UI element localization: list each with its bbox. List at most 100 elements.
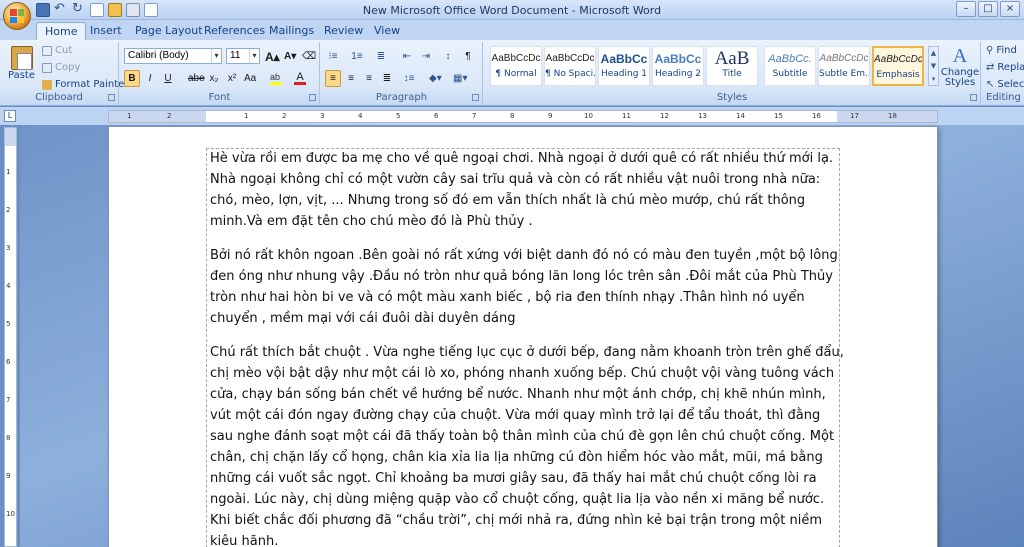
document-area: Hè vừa rồi em được ba mẹ cho về quê ngoạ…	[20, 125, 1024, 547]
ruler-number: 6	[6, 358, 11, 366]
paragraph-1[interactable]: Hè vừa rồi em được ba mẹ cho về quê ngoạ…	[210, 148, 844, 232]
styles-scroll[interactable]: ▲ ▼ ▾	[928, 46, 939, 86]
sort-button[interactable]: ↕	[440, 48, 456, 65]
font-size-select[interactable]: 11 ▾	[226, 48, 260, 64]
ruler-number: 18	[888, 112, 897, 120]
ruler-number: 1	[244, 112, 249, 120]
ruler-number: 13	[698, 112, 707, 120]
change-case-button[interactable]: Aa	[242, 70, 258, 87]
paint-bucket-icon: ◆▾	[429, 73, 442, 84]
paragraph-launcher[interactable]	[472, 94, 479, 101]
vertical-ruler[interactable]: 1 2 3 4 5 6 7 8 9 10	[4, 127, 17, 547]
align-left-button[interactable]: ≡	[325, 70, 341, 87]
multilevel-list-button[interactable]: ≣	[373, 48, 389, 65]
italic-button[interactable]: I	[142, 70, 158, 87]
font-color-icon: A	[294, 72, 306, 85]
binoculars-icon: ⚲	[986, 45, 994, 56]
change-styles-button[interactable]: A Change Styles	[941, 44, 979, 88]
close-button[interactable]: ×	[1000, 1, 1020, 17]
ruler-number: 16	[812, 112, 821, 120]
eraser-icon: ⌫	[302, 51, 317, 62]
justify-button[interactable]: ≣	[379, 70, 395, 87]
paragraph-2[interactable]: Bởi nó rất khôn ngoan .Bên goài nó rất x…	[210, 245, 844, 329]
grow-font-button[interactable]: A ▴	[263, 48, 282, 65]
style-subtitle[interactable]: AaBbCc. Subtitle	[764, 46, 816, 86]
ruler-number: 5	[6, 320, 11, 328]
cursor-icon: ↖	[986, 79, 995, 90]
style-title[interactable]: AaB Title	[706, 46, 758, 86]
font-family-select[interactable]: Calibri (Body) ▾	[124, 48, 222, 64]
copy-icon	[42, 62, 52, 73]
shrink-font-button[interactable]: A ▾	[282, 48, 298, 65]
paragraph-3[interactable]: Chú rất thích bắt chuột . Vừa nghe tiếng…	[210, 342, 844, 547]
tab-view[interactable]: View	[366, 22, 408, 40]
align-right-button[interactable]: ≡	[361, 70, 377, 87]
pilcrow-icon: ¶	[465, 51, 471, 62]
shading-button[interactable]: ◆▾	[427, 70, 444, 87]
numbering-button[interactable]: 1≡	[349, 48, 365, 65]
clipboard-launcher[interactable]	[108, 94, 115, 101]
tab-home[interactable]: Home	[36, 22, 87, 40]
tab-selector[interactable]: L	[4, 110, 16, 122]
style-no-spacing[interactable]: AaBbCcDc ¶ No Spaci...	[544, 46, 596, 86]
strikethrough-button[interactable]: abe	[186, 70, 207, 87]
style-normal[interactable]: AaBbCcDc ¶ Normal	[490, 46, 542, 86]
maximize-button[interactable]: □	[978, 1, 998, 17]
style-name: Heading 1	[600, 69, 648, 79]
styles-label: Styles	[716, 92, 748, 103]
indent-icon: ⇥	[421, 51, 431, 62]
paste-button[interactable]: Paste	[8, 44, 35, 81]
superscript-button[interactable]: x²	[224, 70, 240, 87]
replace-button[interactable]: ⇄ Repla	[986, 62, 1024, 73]
multilevel-list-icon: ≣	[376, 51, 386, 62]
copy-button[interactable]: Copy	[42, 62, 80, 73]
copy-label: Copy	[55, 62, 81, 73]
style-emphasis[interactable]: AaBbCcDc Emphasis	[872, 46, 924, 86]
replace-icon: ⇄	[986, 62, 995, 73]
grow-font-label: A	[265, 49, 274, 64]
ruler-number: 9	[548, 112, 553, 120]
cut-button[interactable]: Cut	[42, 45, 72, 56]
align-center-button[interactable]: ≡	[343, 70, 359, 87]
clear-formatting-button[interactable]: ⌫	[300, 48, 318, 65]
office-button[interactable]	[3, 2, 31, 30]
highlight-button[interactable]: ab	[268, 70, 284, 87]
line-spacing-button[interactable]: ↕≡	[401, 70, 417, 87]
bullets-button[interactable]: ⁝≡	[325, 48, 341, 65]
chevron-down-icon: ▾	[211, 49, 221, 63]
tab-insert[interactable]: Insert	[82, 22, 130, 40]
styles-launcher[interactable]	[970, 94, 977, 101]
format-painter-button[interactable]: Format Painter	[42, 79, 128, 90]
increase-indent-button[interactable]: ⇥	[418, 48, 434, 65]
ruler-number: 4	[6, 282, 11, 290]
tab-mailings[interactable]: Mailings	[261, 22, 322, 40]
paragraph-label: Paragraph	[375, 92, 428, 103]
decrease-indent-button[interactable]: ⇤	[399, 48, 415, 65]
horizontal-ruler[interactable]: 1 2 1 2 3 4 5 6 7 8 9 10 11 12 13 14 15 …	[108, 110, 938, 123]
borders-button[interactable]: ▦▾	[451, 70, 469, 87]
bold-button[interactable]: B	[124, 70, 140, 87]
document-page[interactable]: Hè vừa rồi em được ba mẹ cho về quê ngoạ…	[108, 126, 938, 547]
change-styles-icon: A	[952, 45, 968, 67]
replace-label: Repla	[997, 62, 1024, 73]
minimize-button[interactable]: –	[956, 1, 976, 17]
font-color-button[interactable]: A	[292, 70, 308, 87]
style-name: Heading 2	[654, 69, 702, 79]
chevron-down-icon: ▾	[249, 49, 259, 63]
subscript-button[interactable]: x₂	[206, 70, 222, 87]
tab-review[interactable]: Review	[316, 22, 371, 40]
underline-button[interactable]: U	[160, 70, 176, 87]
font-launcher[interactable]	[309, 94, 316, 101]
style-heading-1[interactable]: AaBbCc Heading 1	[598, 46, 650, 86]
find-button[interactable]: ⚲ Find	[986, 45, 1017, 56]
style-heading-2[interactable]: AaBbCc Heading 2	[652, 46, 704, 86]
ruler-number: 10	[6, 510, 15, 518]
ruler-number: 8	[6, 434, 11, 442]
style-subtle-emphasis[interactable]: AaBbCcDc Subtle Em...	[818, 46, 870, 86]
select-button[interactable]: ↖ Select	[986, 79, 1024, 90]
ruler-number: 7	[472, 112, 477, 120]
show-marks-button[interactable]: ¶	[460, 48, 476, 65]
ruler-number: 7	[6, 396, 11, 404]
ruler-numbers: 1 2 1 2 3 4 5 6 7 8 9 10 11 12 13 14 15 …	[109, 111, 937, 122]
ruler-number: 11	[622, 112, 631, 120]
